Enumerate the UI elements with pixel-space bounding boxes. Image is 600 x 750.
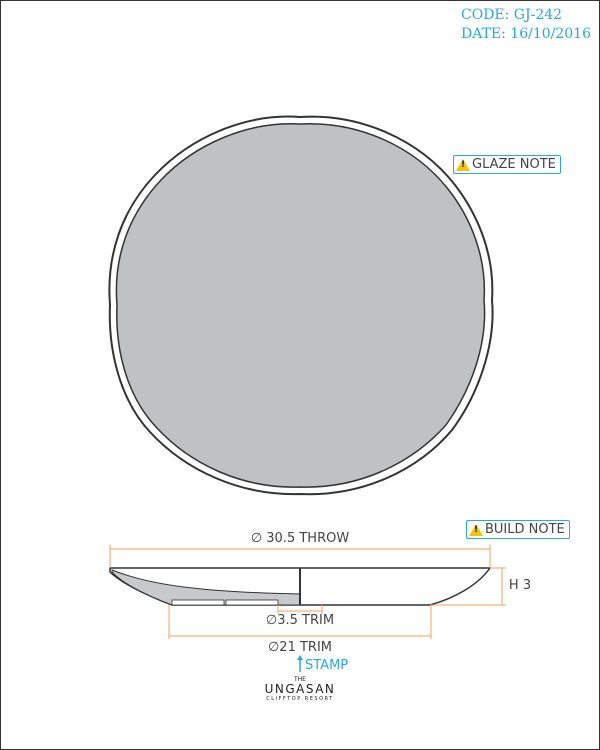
stamp-label: STAMP — [305, 658, 349, 673]
logo-tagline: CLIFFTOP RESORT — [266, 696, 334, 702]
foot-ring — [171, 599, 225, 606]
build-note-button[interactable]: BUILD NOTE — [466, 520, 570, 539]
stamp-arrow-head — [297, 655, 303, 660]
glaze-note-button[interactable]: GLAZE NOTE — [453, 155, 561, 174]
warning-icon — [469, 523, 483, 536]
logo: THE UNGASAN CLIFFTOP RESORT — [265, 676, 336, 703]
logo-name: UNGASAN — [264, 682, 336, 696]
warning-icon — [456, 158, 470, 171]
throw-dimension: ∅ 30.5 THROW — [250, 531, 350, 546]
height-dimension: H 3 — [508, 578, 532, 593]
base-trim-dimension: ∅21 TRIM — [267, 640, 333, 655]
build-note-label: BUILD NOTE — [485, 522, 565, 537]
drawing-canvas — [108, 115, 506, 672]
foot-ring — [225, 599, 279, 606]
foot-trim-dimension: ∅3.5 TRIM — [265, 613, 335, 628]
plate-top-view — [115, 123, 486, 488]
glaze-note-label: GLAZE NOTE — [472, 157, 556, 172]
